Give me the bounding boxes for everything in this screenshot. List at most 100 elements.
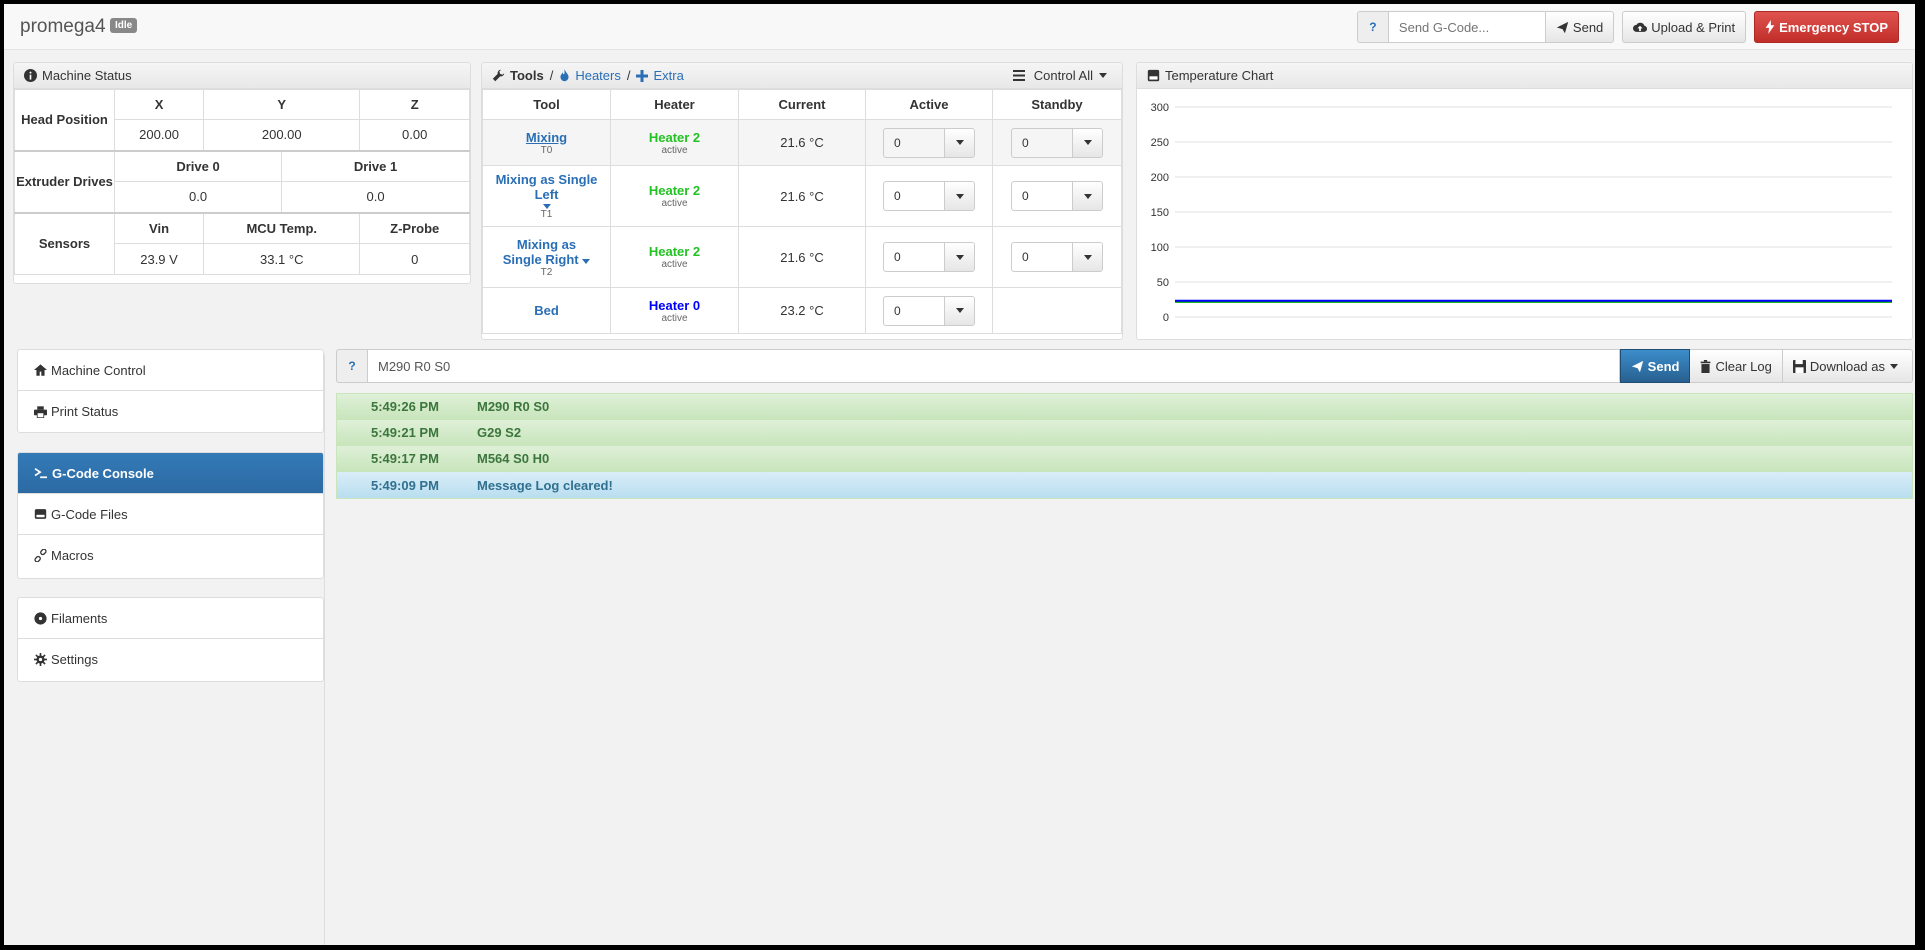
log-time: 5:49:17 PM: [371, 451, 439, 466]
sidebar-group-control: Machine Control Print Status: [17, 349, 324, 433]
head-position-label: Head Position: [14, 89, 115, 152]
sidebar-item-settings[interactable]: Settings: [18, 639, 323, 680]
standby-temp-select[interactable]: 0: [1011, 181, 1103, 211]
tools-heading: Tools / Heaters / Extra Control All: [482, 63, 1122, 89]
sidebar-item-gcode-console[interactable]: G-Code Console: [18, 453, 323, 494]
caret-down-icon: [582, 258, 591, 264]
hdd-icon: [1147, 69, 1160, 82]
heater-name[interactable]: Heater 2: [649, 183, 700, 198]
standby-temp-select[interactable]: 0: [1011, 127, 1103, 158]
machine-status-panel: Machine Status Head Position X Y Z 200.0…: [13, 62, 471, 284]
standby-cell: 0: [992, 119, 1122, 166]
drive-header: Drive 1: [281, 150, 470, 182]
print-icon: [34, 405, 47, 418]
axis-header: Y: [203, 89, 361, 120]
sidebar-item-print-status[interactable]: Print Status: [18, 391, 323, 432]
tools-header: Tool: [482, 89, 611, 120]
heater-name[interactable]: Heater 2: [649, 130, 700, 145]
wrench-icon: [492, 69, 505, 82]
control-all-label: Control All: [1033, 68, 1093, 83]
tool-cell: Mixing T0: [482, 119, 611, 166]
navbar-actions: ? Send Upload & Print Emergency STOP: [1356, 11, 1899, 43]
tool-row: Mixing T0 Heater 2 active 21.6 °C 0 0: [482, 119, 1122, 166]
active-temp-select[interactable]: 0: [883, 295, 975, 326]
log-row: 5:49:17 PM M564 S0 H0: [337, 446, 1912, 472]
link-icon: [34, 549, 47, 562]
temperature-chart-heading: Temperature Chart: [1137, 63, 1912, 89]
upload-print-button[interactable]: Upload & Print: [1622, 11, 1747, 43]
heater-state: active: [661, 259, 688, 270]
gcode-help-button[interactable]: ?: [1356, 11, 1389, 43]
console-send-button[interactable]: Send: [1619, 349, 1691, 383]
console-input-group: ? Send Clear Log Download as: [336, 349, 1913, 383]
tool-name-link[interactable]: Bed: [534, 303, 559, 318]
log-message: M564 S0 H0: [477, 451, 550, 466]
standby-temp-dropdown[interactable]: [1072, 243, 1102, 271]
gcode-input[interactable]: [1388, 11, 1545, 43]
active-temp-dropdown[interactable]: [944, 243, 974, 271]
sidebar-divider: [324, 354, 325, 945]
tool-name-link[interactable]: Mixing: [526, 130, 567, 145]
y-tick-label: 200: [1151, 172, 1169, 184]
tool-number: T0: [540, 144, 553, 156]
active-temp-dropdown[interactable]: [944, 182, 974, 210]
gcode-send-label: Send: [1572, 19, 1604, 35]
standby-temp-dropdown[interactable]: [1072, 182, 1102, 210]
active-temp-select[interactable]: 0: [883, 181, 975, 211]
sensor-header: Z-Probe: [359, 212, 470, 244]
download-as-dropdown[interactable]: Download as: [1782, 349, 1913, 383]
gcode-input-group: ? Send: [1356, 11, 1615, 43]
caret-down-icon: [955, 193, 964, 199]
active-temp-select[interactable]: 0: [883, 242, 975, 272]
standby-temp-value: 0: [1022, 135, 1029, 150]
active-cell: 0: [865, 287, 993, 334]
standby-temp-select[interactable]: 0: [1011, 242, 1103, 272]
trash-icon: [1701, 359, 1711, 373]
emergency-stop-button[interactable]: Emergency STOP: [1754, 11, 1899, 43]
console-help-button[interactable]: ?: [336, 349, 368, 383]
gcode-send-button[interactable]: Send: [1544, 11, 1615, 43]
heater-cell: Heater 2 active: [610, 119, 739, 166]
caret-down-icon: [1890, 363, 1898, 369]
drive-value: 0.0: [113, 181, 283, 213]
send-icon: [1556, 21, 1569, 33]
active-cell: 0: [865, 165, 993, 227]
sidebar-item-label: Macros: [51, 548, 94, 563]
tool-name-link[interactable]: Mixing as Single Left: [496, 172, 598, 202]
axis-header: X: [113, 89, 205, 120]
sidebar-item-filaments[interactable]: Filaments: [18, 598, 323, 639]
active-temp-dropdown[interactable]: [944, 128, 974, 157]
sensors-label: Sensors: [14, 212, 115, 275]
tool-cell: Bed: [482, 287, 611, 334]
save-icon: [1792, 359, 1806, 373]
breadcrumb-sep: /: [626, 68, 631, 83]
sidebar-group-settings: Filaments Settings: [17, 597, 324, 682]
standby-temp-dropdown[interactable]: [1072, 128, 1102, 157]
sidebar-item-gcode-files[interactable]: G-Code Files: [18, 494, 323, 535]
sensor-header: Vin: [113, 212, 205, 244]
tool-name-link[interactable]: Mixing as Single Right: [497, 237, 597, 267]
axis-value: 200.00: [203, 119, 361, 151]
heaters-link[interactable]: Heaters: [559, 68, 621, 83]
extra-label: Extra: [653, 68, 684, 83]
active-temp-value: 0: [894, 135, 901, 150]
heater-name[interactable]: Heater 0: [649, 298, 700, 313]
console-log: 5:49:26 PM M290 R0 S0 5:49:21 PM G29 S2 …: [336, 393, 1913, 499]
control-all-dropdown[interactable]: Control All: [1012, 68, 1112, 83]
sidebar-item-macros[interactable]: Macros: [18, 535, 323, 576]
caret-down-icon: [955, 254, 964, 260]
menu-icon: [1012, 70, 1025, 81]
active-cell: 0: [865, 119, 993, 166]
console-gcode-input[interactable]: [368, 349, 1620, 383]
extra-link[interactable]: Extra: [636, 68, 684, 83]
breadcrumb-sep: /: [549, 68, 554, 83]
y-tick-label: 300: [1151, 102, 1169, 114]
active-temp-dropdown[interactable]: [944, 296, 974, 325]
sidebar-item-machine-control[interactable]: Machine Control: [18, 350, 323, 391]
heater-name[interactable]: Heater 2: [649, 244, 700, 259]
tool-dropdown-caret[interactable]: [483, 202, 610, 209]
clear-log-button[interactable]: Clear Log: [1690, 349, 1783, 383]
tool-number: T2: [540, 266, 553, 278]
active-temp-select[interactable]: 0: [883, 127, 975, 158]
status-badge: Idle: [110, 18, 138, 33]
